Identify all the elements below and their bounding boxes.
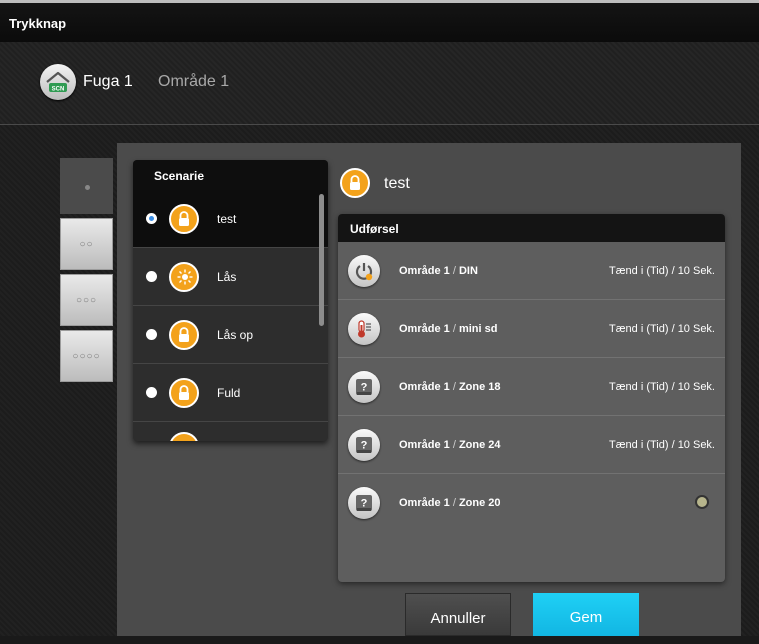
output-device: DIN [458, 265, 478, 277]
scenario-icon [169, 432, 199, 441]
window-title: Trykknap [9, 16, 67, 31]
path-separator: / [452, 439, 456, 451]
path-separator: / [452, 265, 456, 277]
selected-scenario-title: test [384, 175, 410, 192]
output-state: Tænd i (Tid) / 10 Sek. [609, 381, 715, 393]
output-row[interactable]: Område 1 / mini sd Tænd i (Tid) / 10 Sek… [338, 300, 725, 358]
output-device: Zone 20 [458, 497, 501, 509]
lock-icon [169, 378, 199, 408]
scenario-label: Lås op [217, 328, 254, 342]
output-header: Udførsel [338, 214, 725, 242]
output-area: Område 1 [399, 265, 450, 277]
output-row[interactable]: Område 1 / DIN Tænd i (Tid) / 10 Sek. [338, 242, 725, 300]
scenario-radio[interactable] [146, 271, 157, 282]
svg-text:?: ? [361, 440, 368, 452]
scenario-list-scrollbar[interactable] [319, 194, 324, 326]
svg-text:?: ? [361, 382, 368, 394]
output-row[interactable]: ? Område 1 / Zone 18 Tænd i (Tid) / 10 S… [338, 358, 725, 416]
two-dots-icon: ○○ [79, 239, 94, 250]
lock-icon [169, 204, 199, 234]
cancel-button[interactable]: Annuller [405, 593, 511, 636]
output-area: Område 1 [399, 497, 450, 509]
button-count-tabs: ○○ ○○○ ○○○○ [60, 158, 113, 386]
tab-four-buttons[interactable]: ○○○○ [60, 330, 113, 382]
lock-icon [169, 320, 199, 350]
output-device: mini sd [458, 323, 498, 335]
status-indicator-dot[interactable] [695, 495, 709, 509]
scenario-item-las[interactable]: Lås [133, 248, 328, 306]
four-dots-icon: ○○○○ [72, 351, 101, 362]
output-row[interactable]: ? Område 1 / Zone 24 Tænd i (Tid) / 10 S… [338, 416, 725, 474]
path-separator: / [452, 497, 456, 509]
tab-two-buttons[interactable]: ○○ [60, 218, 113, 270]
path-separator: / [452, 323, 456, 335]
save-button[interactable]: Gem [533, 593, 639, 636]
output-row[interactable]: ? Område 1 / Zone 20 [338, 474, 725, 532]
scenario-label: Fuld [217, 386, 241, 400]
tab-three-buttons[interactable]: ○○○ [60, 274, 113, 326]
one-dot-icon [85, 185, 90, 190]
scenario-label: test [217, 212, 237, 226]
scenario-radio[interactable] [146, 387, 157, 398]
output-title: Udførsel [350, 222, 399, 236]
scenario-list-title: Scenarie [154, 169, 205, 183]
page-header: SCN Fuga 1 Område 1 [0, 42, 759, 125]
scenario-item-fuld[interactable]: Fuld [133, 364, 328, 422]
output-device: Zone 18 [458, 381, 501, 393]
output-area: Område 1 [399, 439, 450, 451]
output-area: Område 1 [399, 381, 450, 393]
svg-text:?: ? [361, 498, 368, 510]
scenario-list-header: Scenarie [133, 160, 328, 190]
svg-text:SCN: SCN [52, 87, 65, 93]
thermometer-icon [348, 313, 380, 345]
power-icon [348, 255, 380, 287]
three-dots-icon: ○○○ [75, 295, 98, 306]
device-name: Fuga 1 [83, 73, 133, 90]
scenario-radio[interactable] [146, 329, 157, 340]
unknown-device-icon: ? [348, 371, 380, 403]
unknown-device-icon: ? [348, 429, 380, 461]
title-bar: Trykknap [0, 0, 759, 42]
output-panel: Udførsel Område 1 / DIN Tænd i (Tid) / 1… [338, 214, 725, 582]
scn-house-icon: SCN [40, 64, 76, 100]
snow-sun-icon [169, 262, 199, 292]
unknown-device-icon: ? [348, 487, 380, 519]
path-separator: / [452, 381, 456, 393]
scenario-label: Lås [217, 270, 237, 284]
area-name: Område 1 [158, 73, 230, 90]
output-area: Område 1 [399, 323, 450, 335]
scenario-item-partial[interactable] [133, 422, 328, 441]
scenario-item-las-op[interactable]: Lås op [133, 306, 328, 364]
lock-icon [340, 168, 370, 198]
scenario-item-test[interactable]: test [133, 190, 328, 248]
scenario-list: Scenarie test Lås Lås op Fuld [133, 160, 328, 441]
output-device: Zone 24 [458, 439, 501, 451]
output-state: Tænd i (Tid) / 10 Sek. [609, 439, 715, 451]
output-state: Tænd i (Tid) / 10 Sek. [609, 323, 715, 335]
scenario-radio-selected[interactable] [146, 213, 157, 224]
tab-one-button[interactable] [60, 158, 113, 214]
output-state: Tænd i (Tid) / 10 Sek. [609, 265, 715, 277]
